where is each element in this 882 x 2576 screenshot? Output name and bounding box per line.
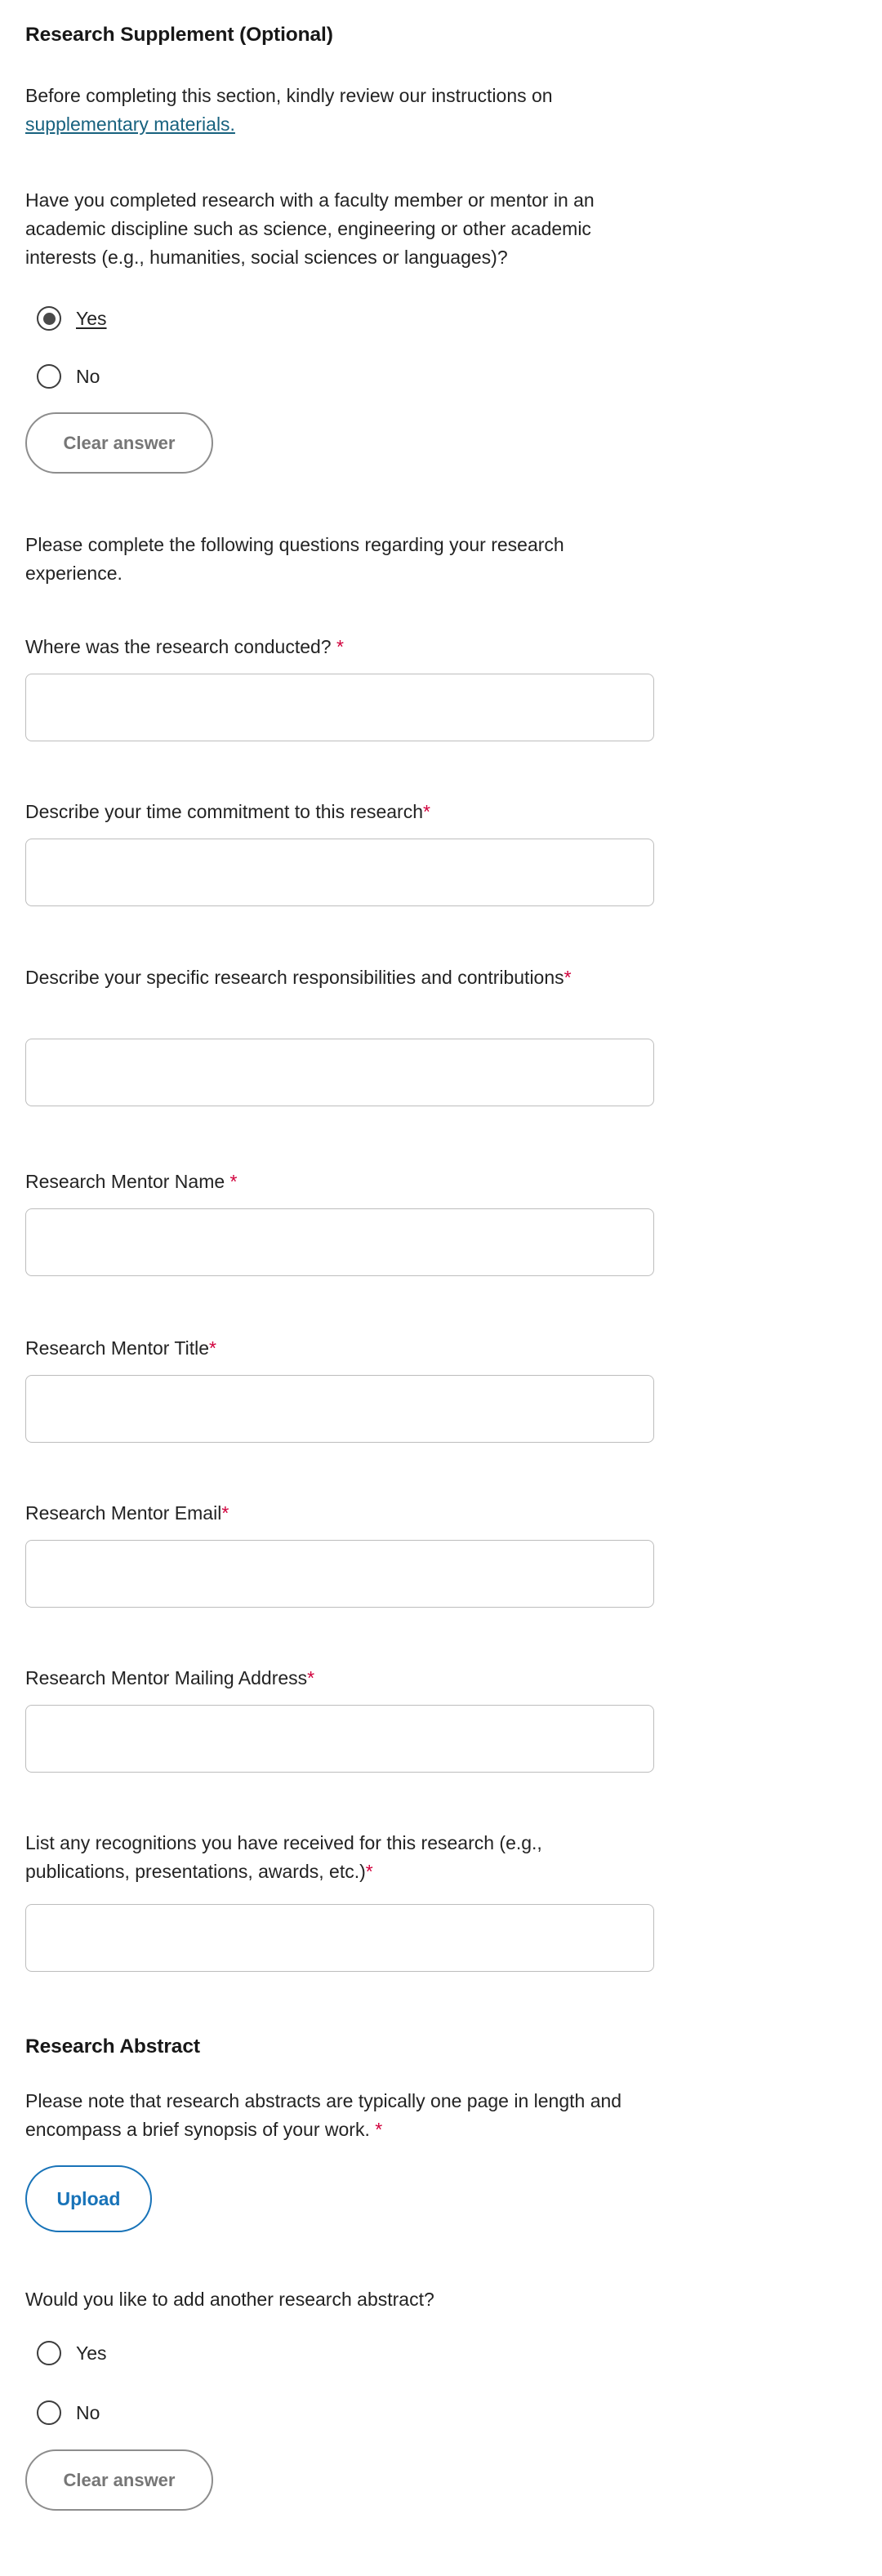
required-asterisk: * xyxy=(208,1337,216,1359)
field-label-mentor-email: Research Mentor Email* xyxy=(25,1499,229,1528)
label-text: Describe your time commitment to this re… xyxy=(25,801,423,822)
field-label-mentor-title: Research Mentor Title* xyxy=(25,1334,216,1363)
label-text: Research Mentor Mailing Address xyxy=(25,1667,308,1688)
input-mentor-title[interactable] xyxy=(25,1375,654,1443)
input-recognitions[interactable] xyxy=(25,1904,654,1972)
field-label-time-commitment: Describe your time commitment to this re… xyxy=(25,798,430,826)
required-asterisk: * xyxy=(225,1171,238,1192)
note-text: Please note that research abstracts are … xyxy=(25,2090,622,2140)
label-text: Research Mentor Title xyxy=(25,1337,209,1359)
upload-button[interactable]: Upload xyxy=(25,2165,152,2232)
required-asterisk: * xyxy=(423,801,430,822)
radio-label-no: No xyxy=(76,366,100,387)
required-asterisk: * xyxy=(331,636,344,657)
clear-answer-button-another[interactable]: Clear answer xyxy=(25,2449,213,2511)
input-mentor-name[interactable] xyxy=(25,1208,654,1276)
label-text: Describe your specific research responsi… xyxy=(25,967,564,988)
radio-option-no-another[interactable]: No xyxy=(25,2399,100,2427)
radio-option-no-main[interactable]: No xyxy=(25,363,100,390)
supplementary-materials-link[interactable]: supplementary materials. xyxy=(25,113,235,135)
radio-option-yes-another[interactable]: Yes xyxy=(25,2339,107,2367)
required-asterisk: * xyxy=(221,1502,229,1524)
radio-label-yes: Yes xyxy=(76,2342,107,2364)
field-label-mentor-name: Research Mentor Name * xyxy=(25,1168,238,1196)
intro-paragraph: Before completing this section, kindly r… xyxy=(25,82,646,139)
required-asterisk: * xyxy=(369,2119,383,2140)
another-abstract-question: Would you like to add another research a… xyxy=(25,2289,434,2310)
label-text: Where was the research conducted? xyxy=(25,636,332,657)
radio-circle-icon[interactable] xyxy=(37,2400,61,2425)
radio-circle-icon[interactable] xyxy=(37,2341,61,2365)
page-title: Research Supplement (Optional) xyxy=(25,24,333,46)
label-text: Research Mentor Email xyxy=(25,1502,222,1524)
required-asterisk: * xyxy=(564,967,572,988)
instruction-paragraph: Please complete the following questions … xyxy=(25,534,564,584)
radio-circle-icon[interactable] xyxy=(37,364,61,389)
research-abstract-note: Please note that research abstracts are … xyxy=(25,2087,630,2144)
radio-label-yes: Yes xyxy=(76,308,107,329)
required-asterisk: * xyxy=(307,1667,315,1688)
field-label-recognitions: List any recognitions you have received … xyxy=(25,1829,646,1886)
radio-circle-icon[interactable] xyxy=(37,306,61,331)
input-research-location[interactable] xyxy=(25,674,654,741)
input-mentor-email[interactable] xyxy=(25,1540,654,1608)
clear-answer-button-main[interactable]: Clear answer xyxy=(25,412,213,474)
field-label-mentor-address: Research Mentor Mailing Address* xyxy=(25,1664,314,1693)
field-label-research-location: Where was the research conducted? * xyxy=(25,633,344,661)
radio-label-no: No xyxy=(76,2402,100,2423)
radio-option-yes-main[interactable]: Yes xyxy=(25,305,107,332)
required-asterisk: * xyxy=(365,1861,373,1882)
main-question-text: Have you completed research with a facul… xyxy=(25,189,595,268)
research-abstract-heading: Research Abstract xyxy=(25,2035,200,2058)
radio-dot-icon xyxy=(42,312,56,325)
field-label-responsibilities: Describe your specific research responsi… xyxy=(25,963,597,992)
input-time-commitment[interactable] xyxy=(25,839,654,906)
input-mentor-address[interactable] xyxy=(25,1705,654,1773)
input-responsibilities[interactable] xyxy=(25,1039,654,1106)
label-text: Research Mentor Name xyxy=(25,1171,225,1192)
label-text: List any recognitions you have received … xyxy=(25,1832,542,1882)
intro-text: Before completing this section, kindly r… xyxy=(25,85,553,106)
